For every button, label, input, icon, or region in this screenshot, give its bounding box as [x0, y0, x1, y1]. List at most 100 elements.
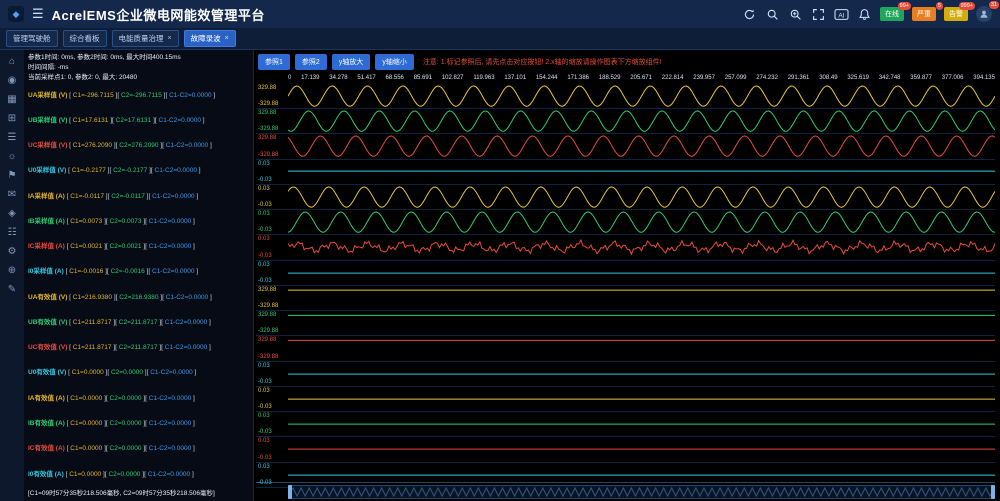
channel-value: C1-C2=0.0000: [149, 395, 191, 402]
waveform-strip: 0.03 -0.03: [256, 185, 995, 210]
channel-row: IB采样值 (A) [ C1=0.0073 ][ C2=0.0073 ][ C1…: [28, 219, 249, 226]
channel-row: IA有效值 (A) [ C1=0.0000 ][ C2=0.0000 ][ C1…: [28, 396, 249, 403]
y-max-label: 329.88: [258, 135, 276, 141]
menu-toggle-icon[interactable]: ☰: [32, 6, 44, 22]
dashboard-icon[interactable]: ▦: [7, 95, 16, 105]
app-title: AcrelEMS企业微电网能效管理平台: [52, 5, 265, 24]
bracket: ]: [207, 344, 211, 351]
message-icon[interactable]: ✉: [8, 190, 16, 200]
channel-label: I0有效值 (A): [28, 471, 66, 478]
ai-assistant-icon[interactable]: AI: [834, 7, 849, 22]
x-tick-label: 342.748: [879, 75, 901, 81]
waveform-strip: 329.88-329.88: [256, 311, 995, 336]
y-max-label: 0.03: [258, 413, 270, 419]
x-tick-label: 68.556: [386, 75, 404, 81]
channel-value: C1=0.0021: [70, 243, 102, 250]
status-badge-critical[interactable]: 严重5: [912, 7, 936, 21]
waveform-line: [288, 336, 995, 360]
channel-value: C1=0.0000: [70, 420, 102, 427]
channel-row: U0有效值 (V) [ C1=0.0000 ][ C2=0.0000 ][ C1…: [28, 370, 249, 377]
notification-bell-icon[interactable]: [857, 7, 872, 22]
tab-1[interactable]: 管理驾驶舱: [6, 30, 58, 47]
channel-value: C2=0.0000: [110, 395, 142, 402]
toolbar-button-4[interactable]: y轴缩小: [375, 54, 414, 70]
add-icon[interactable]: ⊕: [8, 266, 16, 276]
channel-value: C1-C2=0.0000: [149, 420, 191, 427]
toolbar-button-3[interactable]: y轴放大: [332, 54, 371, 70]
channel-value: C1-C2=0.0000: [169, 92, 211, 99]
tab-2[interactable]: 综合看板: [63, 30, 107, 47]
channel-label: IA采样值 (A): [28, 193, 67, 200]
datazoom-right-handle[interactable]: [991, 485, 995, 499]
bracket: ]: [207, 319, 211, 326]
channel-value: C1-C2=0.0000: [155, 167, 197, 174]
channel-label: IB采样值 (A): [28, 218, 67, 225]
toolbar-button-1[interactable]: 参照1: [258, 54, 290, 70]
apps-icon[interactable]: ⊞: [8, 114, 16, 124]
tab-3[interactable]: 电能质量治理×: [112, 30, 179, 47]
search-icon[interactable]: [765, 7, 780, 22]
fullscreen-icon[interactable]: [811, 7, 826, 22]
x-tick-label: 377.006: [942, 75, 964, 81]
main-area: ⌂ ◉ ▦ ⊞ ☰ ☼ ⚑ ✉ ◈ ☷ ⚙ ⊕ ✎ 参数1时间: 0ms, 参数2时间: 0ms, 最大…: [0, 50, 1000, 501]
status-badge-online[interactable]: 在线99+: [880, 7, 904, 21]
bracket: ]: [212, 92, 216, 99]
online-count-badge: 99+: [898, 2, 911, 10]
y-min-label: -0.03: [258, 202, 272, 208]
status-badge-alarm[interactable]: 告警999+: [944, 7, 968, 21]
channel-value: C1=0.0000: [69, 471, 101, 478]
refresh-icon[interactable]: [742, 7, 757, 22]
waveform-line: [288, 387, 995, 411]
bracket: ]: [208, 294, 212, 301]
channel-value: C1-C2=0.0000: [149, 445, 191, 452]
waveform-line: [288, 362, 995, 386]
zoom-in-icon[interactable]: [788, 7, 803, 22]
channel-label: UC有效值 (V): [28, 344, 69, 351]
channel-label: UB有效值 (V): [28, 319, 69, 326]
channel-value: C1-C2=0.0000: [149, 218, 191, 225]
channel-value: C2=-296.7115: [121, 92, 162, 99]
y-max-label: 0.03: [258, 236, 270, 242]
waveform-strip: 329.88-329.88: [256, 286, 995, 311]
alarm-flag-icon[interactable]: ⚑: [8, 171, 17, 181]
data-icon[interactable]: ◈: [8, 209, 16, 219]
channel-value: C1-C2=0.0000: [166, 142, 208, 149]
waveform-line: [288, 412, 995, 436]
y-max-label: 0.03: [258, 186, 270, 192]
y-min-label: -329.88: [258, 101, 278, 107]
waveform-strip: 0.03-0.03: [256, 235, 995, 260]
user-avatar[interactable]: 31: [976, 6, 992, 22]
bracket: ]: [191, 420, 195, 427]
tab-4[interactable]: 故障录波×: [184, 30, 236, 47]
channel-label: UB采样值 (V): [28, 117, 69, 124]
settings-icon[interactable]: ⚙: [8, 247, 17, 257]
channel-label: U0采样值 (V): [28, 167, 68, 174]
toolbar-button-2[interactable]: 参照2: [295, 54, 327, 70]
tab-close-icon[interactable]: ×: [168, 35, 172, 42]
waveform-line: [288, 185, 995, 209]
x-tick-label: 257.099: [725, 75, 747, 81]
datazoom-slider[interactable]: [288, 485, 995, 499]
tab-close-icon[interactable]: ×: [225, 35, 229, 42]
cursor-info: 参数1时间: 0ms, 参数2时间: 0ms, 最大时间400.15ms 时间间…: [28, 53, 249, 83]
channel-value: C2=0.0000: [110, 420, 142, 427]
monitor-icon[interactable]: ◉: [8, 76, 17, 86]
home-icon[interactable]: ⌂: [9, 57, 15, 67]
channel-row: IC采样值 (A) [ C1=0.0021 ][ C2=0.0021 ][ C1…: [28, 244, 249, 251]
time-axis: 017.13934.27851.41768.55685.691102.82711…: [256, 72, 995, 84]
channel-label: UA有效值 (V): [28, 294, 69, 301]
channel-row: IC有效值 (A) [ C1=0.0000 ][ C2=0.0000 ][ C1…: [28, 446, 249, 453]
cursor-timestamps: [C1=09时57分35秒218.506毫秒, C2=09时57分35秒218.…: [28, 489, 249, 498]
y-min-label: -329.88: [258, 152, 278, 158]
edit-icon[interactable]: ✎: [8, 285, 16, 295]
datazoom-left-handle[interactable]: [288, 485, 292, 499]
channel-value: C1=-0.0117: [70, 193, 104, 200]
channel-value: C1-C2=0.0000: [166, 294, 208, 301]
icon-sidebar: ⌂ ◉ ▦ ⊞ ☰ ☼ ⚑ ✉ ◈ ☷ ⚙ ⊕ ✎: [0, 50, 24, 501]
bracket: ]: [191, 395, 195, 402]
energy-icon[interactable]: ☼: [7, 152, 16, 162]
grid-icon[interactable]: ☷: [8, 228, 17, 238]
list-icon[interactable]: ☰: [8, 133, 17, 143]
y-min-label: -0.03: [258, 177, 272, 183]
y-max-label: 0.03: [258, 388, 270, 394]
